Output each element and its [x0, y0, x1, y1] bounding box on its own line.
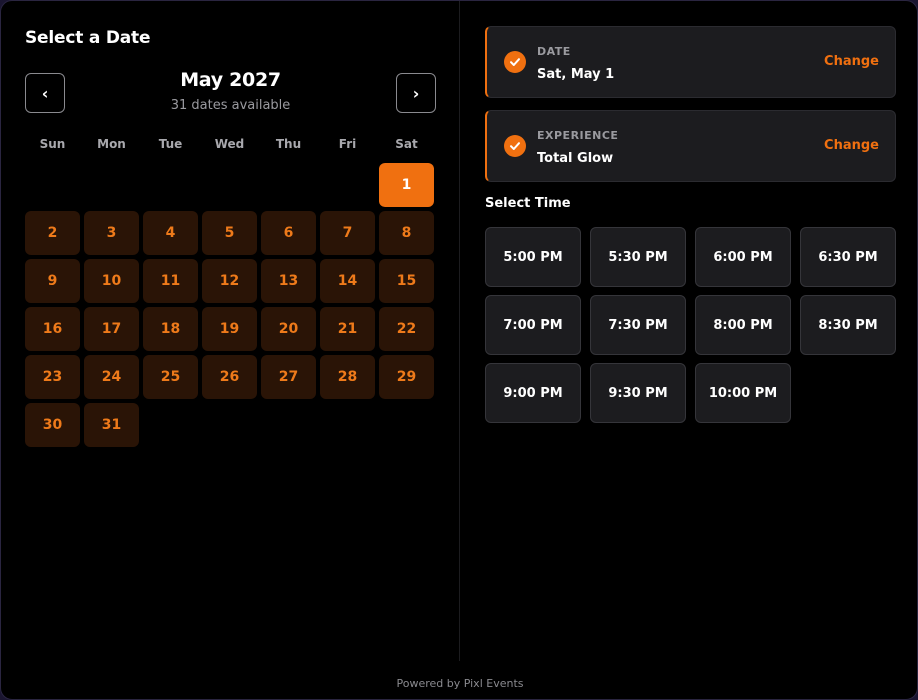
day-cell[interactable]: 19: [202, 307, 257, 351]
check-circle-icon: [504, 51, 526, 73]
time-slot-button[interactable]: 9:00 PM: [485, 363, 581, 423]
weekday-label: Fri: [338, 137, 357, 151]
day-cell[interactable]: 3: [84, 211, 139, 255]
day-cell[interactable]: 6: [261, 211, 316, 255]
calendar-title: Select a Date: [25, 28, 151, 48]
day-cell[interactable]: 20: [261, 307, 316, 351]
time-slot-button[interactable]: 10:00 PM: [695, 363, 791, 423]
day-cell[interactable]: 22: [379, 307, 434, 351]
day-cell[interactable]: 17: [84, 307, 139, 351]
weekday-label: Thu: [275, 137, 302, 151]
time-slot-button[interactable]: 5:30 PM: [590, 227, 686, 287]
day-cell[interactable]: 13: [261, 259, 316, 303]
prev-month-button[interactable]: ‹: [25, 73, 65, 113]
change-experience-button[interactable]: Change: [824, 138, 879, 153]
day-cell[interactable]: 7: [320, 211, 375, 255]
weekday-label: Mon: [97, 137, 126, 151]
time-slot-button[interactable]: 7:30 PM: [590, 295, 686, 355]
day-cell[interactable]: 31: [84, 403, 139, 447]
day-cell-empty: [202, 163, 257, 207]
day-cell[interactable]: 23: [25, 355, 80, 399]
day-cell[interactable]: 14: [320, 259, 375, 303]
time-slot-button[interactable]: 6:30 PM: [800, 227, 896, 287]
weekday-label: Sun: [39, 137, 66, 151]
day-cell[interactable]: 4: [143, 211, 198, 255]
month-label: May 2027: [180, 69, 281, 91]
select-time-heading: Select Time: [485, 196, 571, 211]
day-cell[interactable]: 21: [320, 307, 375, 351]
time-slot-button[interactable]: 8:30 PM: [800, 295, 896, 355]
chevron-left-icon: ‹: [41, 83, 49, 103]
time-slot-button[interactable]: 8:00 PM: [695, 295, 791, 355]
experience-summary-card: EXPERIENCE Total Glow Change: [485, 110, 896, 182]
change-date-button[interactable]: Change: [824, 54, 879, 69]
day-cell[interactable]: 16: [25, 307, 80, 351]
time-slot-button[interactable]: 6:00 PM: [695, 227, 791, 287]
time-slot-button[interactable]: 9:30 PM: [590, 363, 686, 423]
day-cell[interactable]: 8: [379, 211, 434, 255]
day-cell-empty: [261, 163, 316, 207]
weekday-header: Sun Mon Tue Wed Thu Fri Sat: [25, 137, 436, 151]
day-cell-empty: [143, 163, 198, 207]
availability-text: 31 dates available: [170, 98, 291, 113]
check-circle-icon: [504, 135, 526, 157]
weekday-label: Tue: [158, 137, 183, 151]
day-cell[interactable]: 18: [143, 307, 198, 351]
time-slot-grid: 5:00 PM 5:30 PM 6:00 PM 6:30 PM 7:00 PM 7:30 …: [485, 227, 896, 423]
day-cell-selected[interactable]: 1: [379, 163, 434, 207]
day-cell-empty: [320, 163, 375, 207]
day-cell[interactable]: 24: [84, 355, 139, 399]
day-cell[interactable]: 26: [202, 355, 257, 399]
calendar-panel: Select a Date ‹ May 2027 31 dates availa…: [1, 1, 460, 661]
experience-label: EXPERIENCE: [537, 129, 619, 142]
weekday-label: Sat: [395, 137, 418, 151]
day-cell-empty: [25, 163, 80, 207]
time-slot-button[interactable]: 5:00 PM: [485, 227, 581, 287]
powered-by-footer: Powered by Pixl Events: [396, 677, 524, 690]
day-cell[interactable]: 25: [143, 355, 198, 399]
weekday-label: Wed: [214, 137, 245, 151]
day-cell[interactable]: 5: [202, 211, 257, 255]
day-cell[interactable]: 11: [143, 259, 198, 303]
date-value: Sat, May 1: [537, 67, 615, 82]
day-cell[interactable]: 28: [320, 355, 375, 399]
booking-widget: Select a Date ‹ May 2027 31 dates availa…: [0, 0, 918, 700]
time-slot-button[interactable]: 7:00 PM: [485, 295, 581, 355]
chevron-right-icon: ›: [412, 83, 420, 103]
day-cell[interactable]: 10: [84, 259, 139, 303]
day-cell[interactable]: 2: [25, 211, 80, 255]
day-cell[interactable]: 29: [379, 355, 434, 399]
day-cell[interactable]: 27: [261, 355, 316, 399]
day-grid: 1 2 3 4 5 6 7 8 9 10 11 12 13 14 15 16 17 18 19 20 21 22 23 24 2…: [25, 163, 436, 447]
experience-value: Total Glow: [537, 151, 614, 166]
day-cell[interactable]: 12: [202, 259, 257, 303]
date-summary-card: DATE Sat, May 1 Change: [485, 26, 896, 98]
date-label: DATE: [537, 45, 571, 58]
day-cell[interactable]: 15: [379, 259, 434, 303]
next-month-button[interactable]: ›: [396, 73, 436, 113]
day-cell[interactable]: 30: [25, 403, 80, 447]
day-cell[interactable]: 9: [25, 259, 80, 303]
day-cell-empty: [84, 163, 139, 207]
